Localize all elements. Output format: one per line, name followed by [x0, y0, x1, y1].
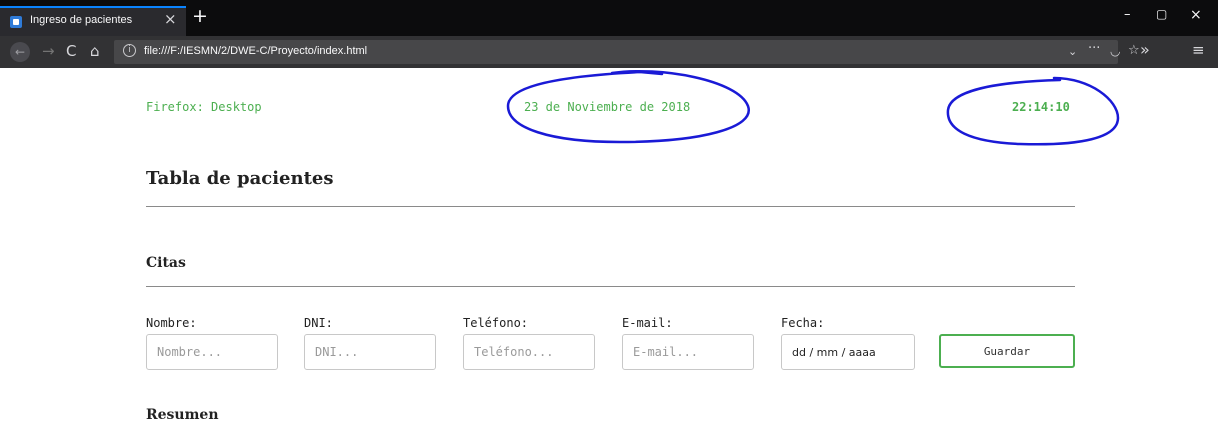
new-tab-icon[interactable]: + [192, 6, 208, 26]
reload-icon[interactable]: C [66, 41, 76, 61]
citas-heading: Citas [146, 255, 186, 271]
tab-title: Ingreso de pacientes [30, 14, 133, 26]
toolbar-overflow-icon[interactable]: » [1140, 40, 1150, 59]
current-date: 23 de Noviembre de 2018 [524, 100, 691, 114]
site-info-icon[interactable]: i [123, 44, 136, 57]
fecha-label: Fecha: [781, 316, 825, 330]
browser-info: Firefox: Desktop [146, 100, 262, 114]
email-label: E-mail: [622, 316, 673, 330]
telefono-label: Teléfono: [463, 316, 529, 330]
guardar-button[interactable]: Guardar [939, 334, 1075, 368]
restore-window-icon[interactable]: ▢ [1156, 7, 1167, 21]
fecha-date-value: dd / mm / aaaa [792, 346, 876, 359]
nombre-input[interactable] [146, 334, 278, 370]
url-text[interactable]: file:///F:/IESMN/2/DWE-C/Proyecto/index.… [144, 45, 367, 57]
resumen-heading: Resumen [146, 407, 219, 423]
fecha-date-input[interactable]: dd / mm / aaaa [781, 334, 915, 370]
forward-arrow-icon[interactable]: → [42, 41, 55, 61]
browser-tab[interactable]: Ingreso de pacientes × [0, 6, 186, 36]
title-divider [146, 206, 1075, 207]
browser-nav-bar: ← → C ⌂ i file:///F:/IESMN/2/DWE-C/Proye… [0, 36, 1218, 68]
bookmark-star-icon[interactable]: ☆ [1128, 43, 1140, 58]
dni-input[interactable] [304, 334, 436, 370]
page-actions-icon[interactable]: ··· [1088, 41, 1100, 56]
close-tab-icon[interactable]: × [164, 10, 177, 28]
url-bar[interactable]: i file:///F:/IESMN/2/DWE-C/Proyecto/inde… [114, 40, 1140, 64]
home-icon[interactable]: ⌂ [90, 41, 100, 61]
minimize-window-icon[interactable]: – [1124, 7, 1131, 22]
dni-label: DNI: [304, 316, 333, 330]
browser-tab-bar: Ingreso de pacientes × + – ▢ × [0, 0, 1218, 36]
url-dropdown-icon[interactable]: ⌄ [1068, 45, 1077, 58]
page-title: Tabla de pacientes [146, 168, 334, 189]
back-arrow-icon[interactable]: ← [10, 42, 30, 62]
page-favicon-icon [10, 16, 22, 28]
nombre-label: Nombre: [146, 316, 197, 330]
close-window-icon[interactable]: × [1190, 7, 1202, 23]
pocket-icon[interactable]: ◡ [1110, 44, 1120, 58]
current-time: 22:14:10 [1012, 100, 1070, 114]
telefono-input[interactable] [463, 334, 595, 370]
hamburger-menu-icon[interactable]: ≡ [1192, 41, 1205, 59]
email-input[interactable] [622, 334, 754, 370]
citas-divider [146, 286, 1075, 287]
